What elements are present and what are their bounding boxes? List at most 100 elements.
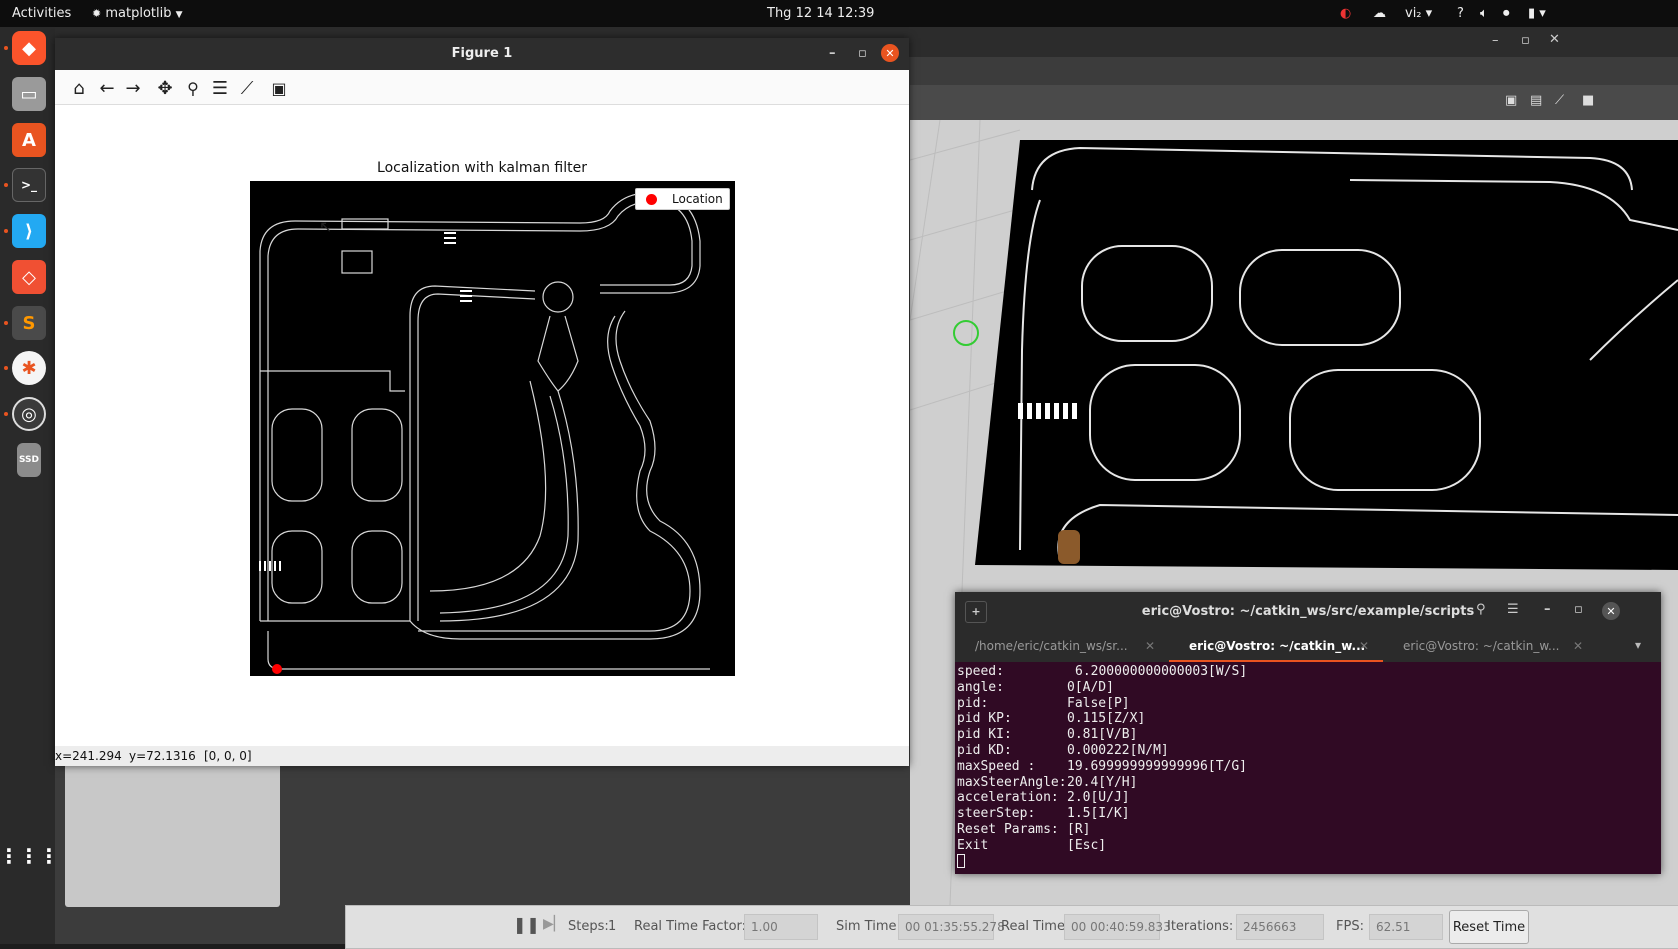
terminal-icon[interactable]: >_ (12, 168, 46, 202)
figure-window: Figure 1 – ▫ ✕ ⌂ ← → ✥ ⚲ ☰ ⟋ ▣ Localizat… (55, 38, 909, 766)
brave-browser-icon[interactable]: ◆ (12, 31, 46, 65)
param-value: [Esc] (1067, 837, 1107, 853)
param-name: acceleration: (957, 790, 1059, 806)
matplotlib-icon: ✹ (92, 7, 102, 20)
obs-studio-icon[interactable]: ◎ (12, 397, 46, 431)
terminal-titlebar: + eric@Vostro: ~/catkin_ws/src/example/s… (955, 592, 1661, 632)
close-button[interactable]: ✕ (1602, 602, 1620, 620)
log-icon[interactable]: ▤ (1530, 93, 1542, 108)
tabs-dropdown-icon[interactable]: ▾ (1635, 638, 1641, 652)
terminal-window: + eric@Vostro: ~/catkin_ws/src/example/s… (955, 592, 1661, 874)
pause-button[interactable]: ❚❚ (513, 915, 540, 934)
close-tab-icon[interactable]: ✕ (1359, 639, 1369, 653)
car-model[interactable] (1058, 530, 1080, 564)
pan-icon[interactable]: ✥ (153, 76, 177, 100)
step-button[interactable]: ▶▏ (543, 916, 565, 932)
param-value: False[P] (1067, 695, 1130, 711)
terminal-line: pid KD: 0.000222[N/M] (957, 743, 1657, 759)
fps-field: 62.51 (1369, 914, 1443, 940)
param-name: steerStep: (957, 806, 1036, 822)
terminal-line: speed: 6.200000000000003[W/S] (957, 664, 1657, 680)
menu-icon[interactable]: ☰ (1507, 602, 1519, 617)
terminal-line: Exit [Esc] (957, 838, 1657, 854)
show-applications-icon[interactable]: ⋮⋮⋮ (0, 839, 59, 873)
search-icon[interactable]: ⚲ (1476, 602, 1486, 617)
back-arrow-icon[interactable]: ← (95, 76, 119, 100)
legend-label: Location (672, 192, 723, 206)
app-center-icon[interactable]: A (12, 123, 46, 157)
terminal-line: Reset Params: [R] (957, 822, 1657, 838)
forward-arrow-icon[interactable]: → (121, 76, 145, 100)
help-icon[interactable]: ? (1457, 6, 1464, 21)
cloud-icon[interactable]: ☁ (1373, 6, 1386, 21)
plot-icon[interactable]: ⟋ (1555, 93, 1564, 108)
vscode-icon[interactable]: ⟩ (12, 214, 46, 248)
gazebo-icon[interactable]: ✱ (12, 351, 46, 385)
param-name: angle: (957, 679, 1004, 695)
microphone-icon[interactable]: ⏺︎ (1503, 6, 1510, 21)
video-icon[interactable]: ■ (1582, 93, 1594, 108)
terminal-tab[interactable]: /home/eric/catkin_ws/sr... ✕ (955, 632, 1169, 662)
vpn-icon[interactable]: ◐ (1340, 6, 1351, 21)
sublime-text-icon[interactable]: S (12, 306, 46, 340)
param-value: 2.0[U/J] (1067, 790, 1130, 806)
param-name: maxSteerAngle: (957, 774, 1067, 790)
maximize-button[interactable]: ▫ (858, 46, 867, 61)
activities-button[interactable]: Activities (12, 6, 71, 21)
terminal-tab-label: eric@Vostro: ~/catkin_w... (1403, 639, 1560, 653)
terminal-line: pid KP: 0.115[Z/X] (957, 711, 1657, 727)
param-name: pid KI: (957, 727, 1012, 743)
files-icon[interactable]: ▭ (12, 77, 46, 111)
edit-axis-icon[interactable]: ⟋ (235, 76, 259, 100)
clock[interactable]: Thg 12 14 12:39 (767, 6, 874, 21)
minimize-button[interactable]: – (829, 46, 836, 61)
terminal-line: pid KI: 0.81[V/B] (957, 727, 1657, 743)
iterations-label: Iterations: (1167, 919, 1234, 934)
terminal-output[interactable]: speed: 6.200000000000003[W/S] angle: 0[A/D]… (957, 664, 1657, 872)
close-tab-icon[interactable]: ✕ (1145, 639, 1155, 653)
minimize-button[interactable]: – (1492, 33, 1499, 48)
home-icon[interactable]: ⌂ (67, 76, 91, 100)
plot-title: Localization with kalman filter (377, 160, 587, 176)
sim-time-label: Sim Time: (836, 919, 901, 934)
terminal-tab[interactable]: eric@Vostro: ~/catkin_w... ✕ (1383, 632, 1597, 662)
git-app-icon[interactable]: ◇ (12, 260, 46, 294)
plot-axes[interactable]: Location (250, 181, 735, 676)
plot-legend: Location (635, 188, 730, 210)
save-icon[interactable]: ▣ (267, 76, 291, 100)
real-time-factor-label: Real Time Factor: (634, 919, 747, 934)
close-button[interactable]: ✕ (1549, 32, 1560, 47)
real-time-factor-field: 1.00 (744, 914, 818, 940)
figure-titlebar: Figure 1 – ▫ ✕ (55, 38, 909, 70)
track-map (259, 192, 710, 674)
app-menu[interactable]: ✹ matplotlib ▼ (92, 6, 183, 21)
param-value: 0.115[Z/X] (1067, 711, 1146, 727)
terminal-tab[interactable]: eric@Vostro: ~/catkin_w... ✕ (1169, 632, 1383, 662)
param-value: 0[A/D] (1067, 679, 1114, 695)
terminal-line: maxSteerAngle:20.4[Y/H] (957, 775, 1657, 791)
battery-icon[interactable]: ▮ ▾ (1528, 6, 1546, 21)
input-method[interactable]: vi₂ ▾ (1405, 6, 1432, 21)
chevron-down-icon: ▼ (175, 10, 183, 20)
maximize-button[interactable]: ▫ (1574, 602, 1583, 617)
steps-value[interactable]: 1 (608, 919, 616, 934)
cursor-value-readout: [0, 0, 0] (204, 749, 252, 763)
iterations-field: 2456663 (1236, 914, 1324, 940)
close-tab-icon[interactable]: ✕ (1573, 639, 1583, 653)
reset-time-button[interactable]: Reset Time (1449, 910, 1529, 944)
param-value: 1.5[I/K] (1067, 806, 1130, 822)
volume-icon[interactable]: 🔈︎ (1480, 6, 1488, 21)
top-bar: Activities ✹ matplotlib ▼ Thg 12 14 12:3… (0, 0, 1678, 27)
running-indicator (4, 183, 8, 187)
param-name: pid KD: (957, 742, 1012, 758)
configure-subplots-icon[interactable]: ☰ (208, 76, 232, 100)
param-name: speed: (957, 664, 1004, 679)
close-button[interactable]: ✕ (881, 44, 899, 62)
zoom-icon[interactable]: ⚲ (181, 76, 205, 100)
ssd-drive-icon[interactable]: SSD (17, 443, 41, 477)
screenshot-icon[interactable]: ▣ (1505, 93, 1517, 108)
real-time-field: 00 00:40:59.833 (1064, 914, 1171, 940)
maximize-button[interactable]: ▫ (1521, 33, 1530, 48)
location-marker (272, 664, 282, 674)
minimize-button[interactable]: – (1544, 602, 1551, 617)
